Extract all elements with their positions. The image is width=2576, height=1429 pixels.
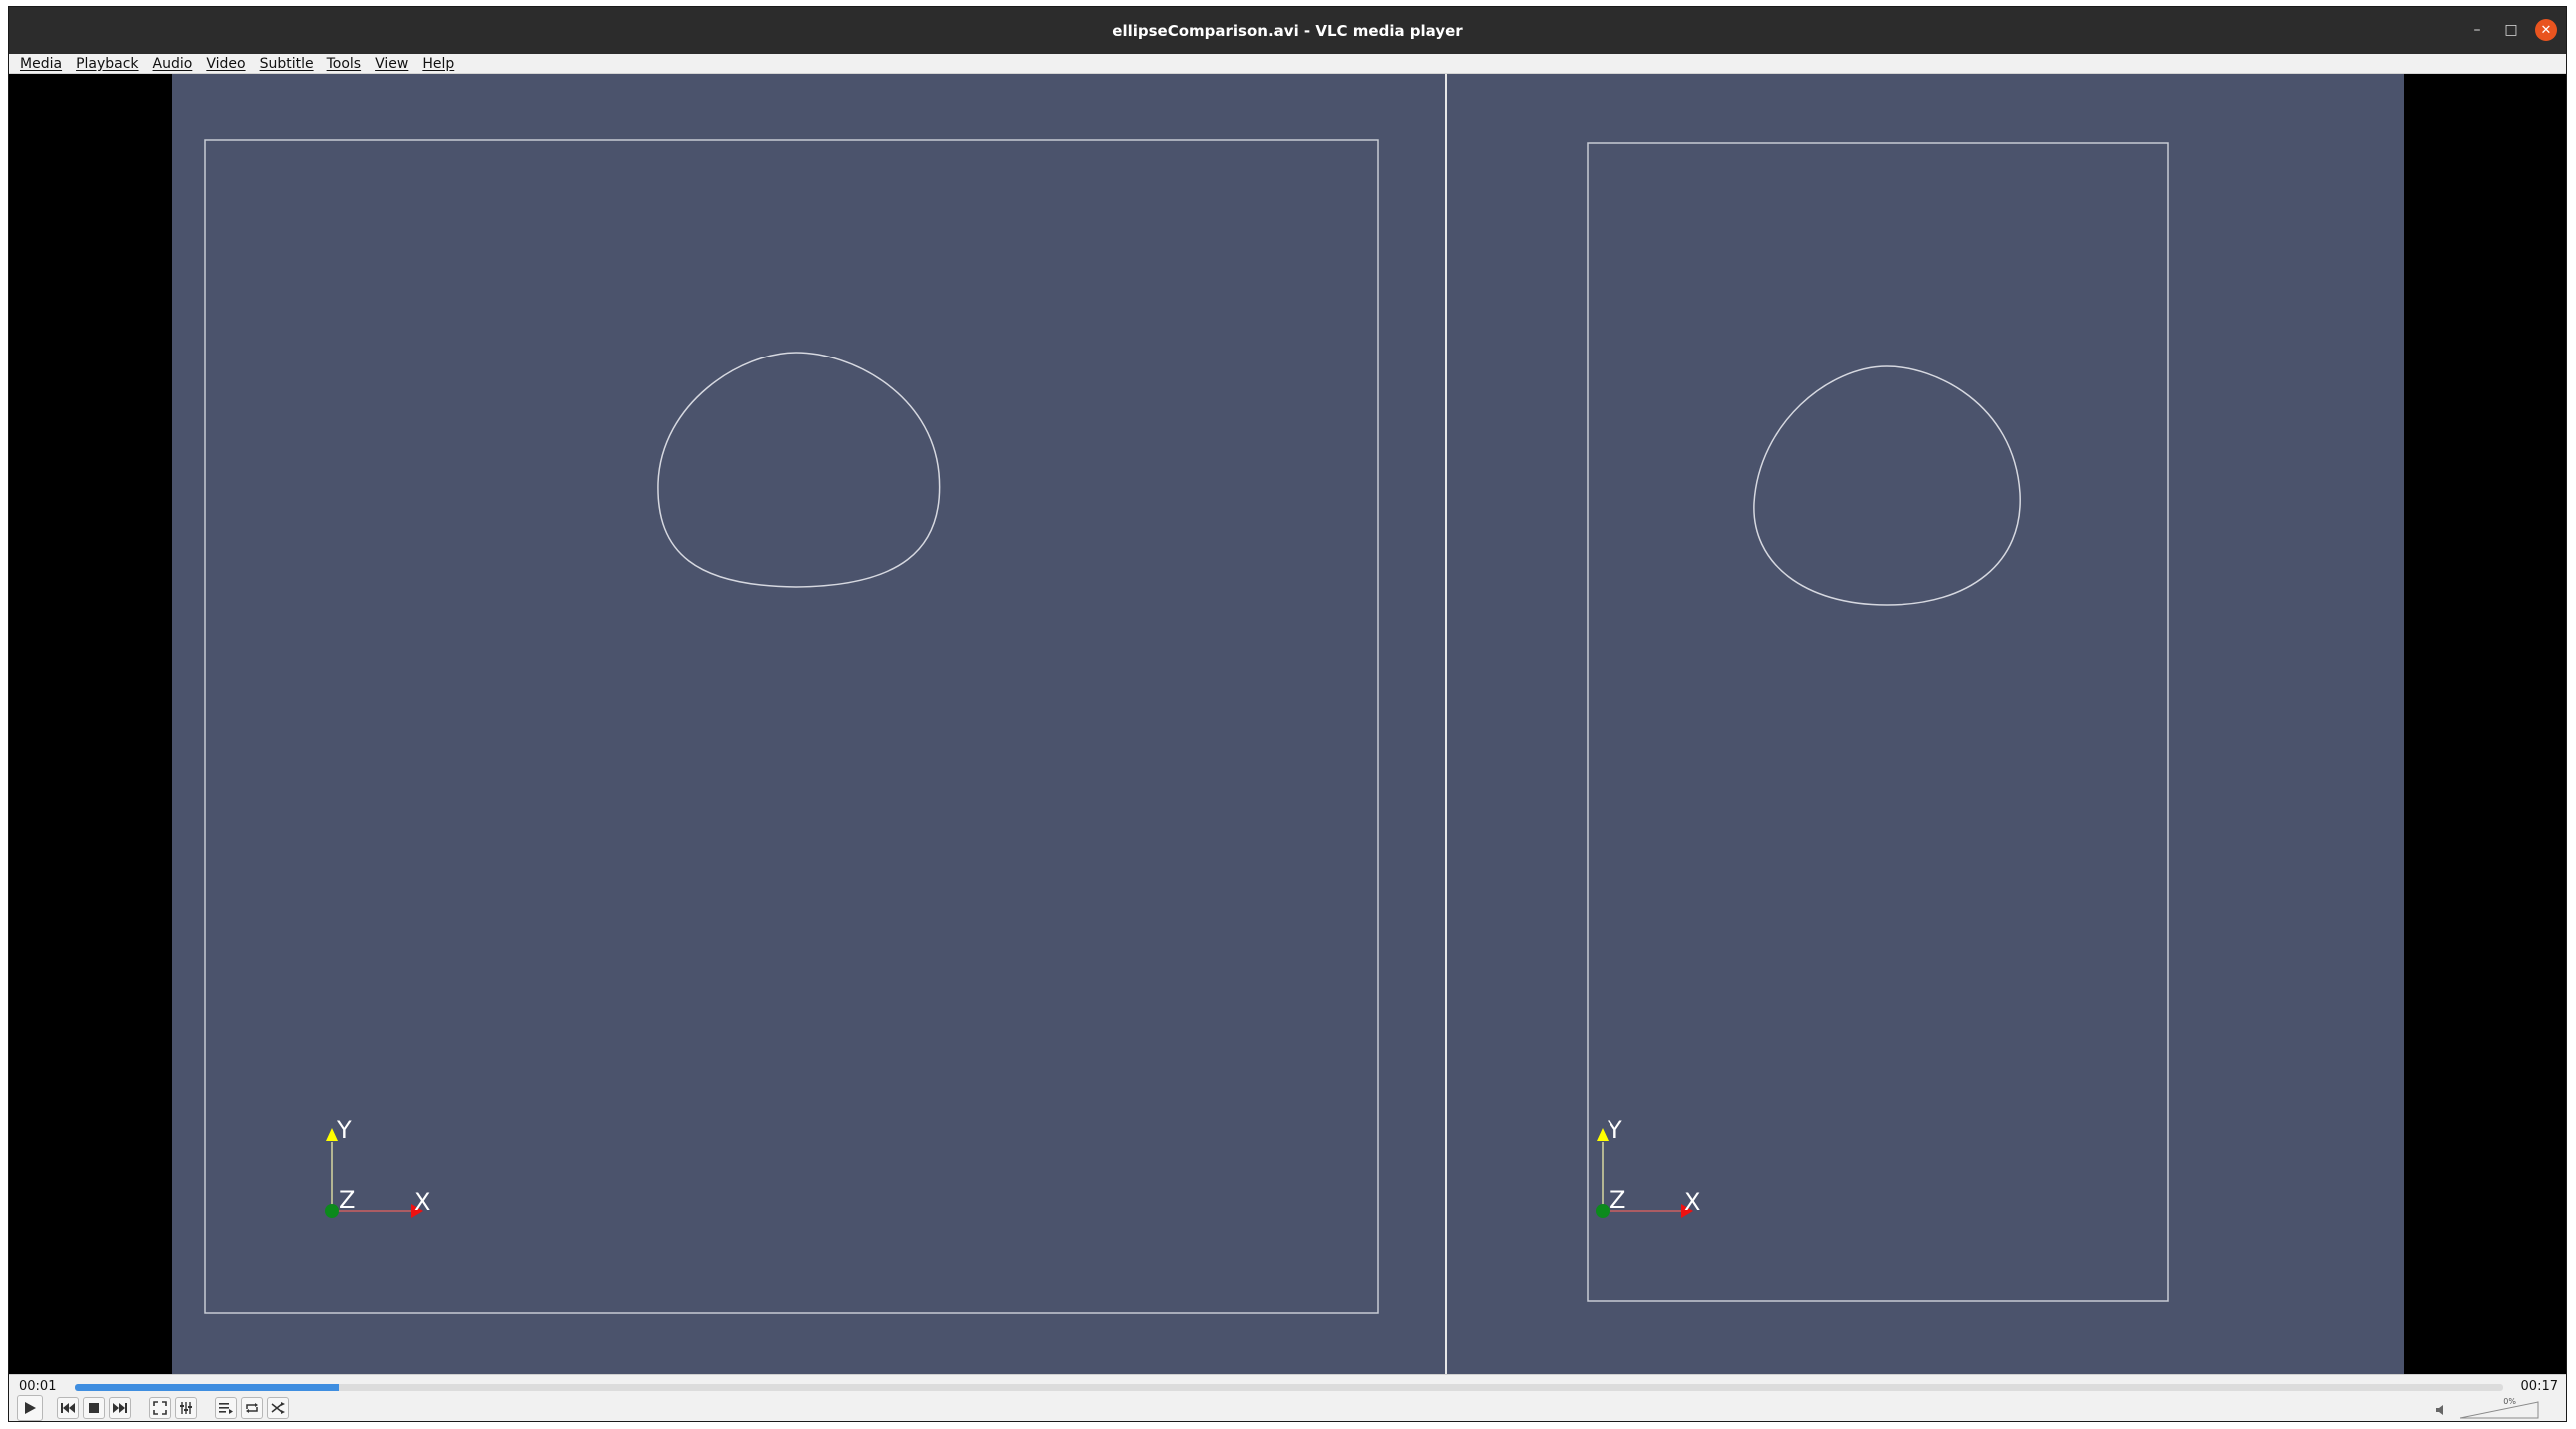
shuffle-button[interactable] — [267, 1397, 289, 1419]
shuffle-icon — [271, 1402, 285, 1414]
extended-settings-button[interactable] — [175, 1397, 197, 1419]
right-z-axis-marker — [1596, 1204, 1610, 1218]
frame-background — [172, 74, 2404, 1374]
menu-video[interactable]: Video — [206, 56, 245, 72]
menu-playback[interactable]: Playback — [76, 56, 138, 72]
play-button[interactable] — [17, 1395, 43, 1421]
previous-button[interactable] — [57, 1397, 79, 1419]
left-z-axis-label: Z — [339, 1186, 355, 1214]
speaker-icon — [2436, 1405, 2443, 1415]
loop-icon — [246, 1403, 258, 1413]
loop-button[interactable] — [241, 1397, 263, 1419]
menu-view[interactable]: View — [375, 56, 408, 72]
close-icon: ✕ — [2540, 22, 2552, 38]
minimize-button[interactable]: – — [2466, 19, 2488, 41]
stop-button[interactable] — [83, 1397, 105, 1419]
fullscreen-icon — [153, 1401, 167, 1415]
elapsed-time: 00:01 — [19, 1379, 57, 1394]
window-title: ellipseComparison.avi - VLC media player — [1112, 21, 1463, 40]
stop-icon — [89, 1403, 99, 1413]
seek-progress — [75, 1384, 340, 1391]
left-x-axis-label: X — [414, 1188, 430, 1216]
total-time: 00:17 — [2520, 1379, 2558, 1394]
right-z-axis-label: Z — [1610, 1186, 1625, 1214]
right-y-axis-label: Y — [1607, 1116, 1622, 1144]
playlist-icon — [219, 1403, 233, 1414]
vlc-window: ellipseComparison.avi - VLC media player… — [8, 6, 2567, 1422]
play-icon — [25, 1402, 36, 1414]
video-frame: Y X Z Y X Z — [172, 74, 2404, 1374]
menu-tools[interactable]: Tools — [327, 56, 362, 72]
playlist-button[interactable] — [215, 1397, 237, 1419]
volume-slider[interactable] — [2460, 1401, 2540, 1419]
menu-audio[interactable]: Audio — [153, 56, 193, 72]
menu-subtitle[interactable]: Subtitle — [260, 56, 314, 72]
extended-settings-icon — [180, 1402, 192, 1414]
seek-slider[interactable] — [75, 1384, 2503, 1391]
menu-bar: Media Playback Audio Video Subtitle Tool… — [9, 54, 2566, 74]
title-bar: ellipseComparison.avi - VLC media player… — [9, 7, 2566, 54]
minimize-icon: – — [2473, 22, 2481, 38]
maximize-icon: □ — [2504, 22, 2518, 38]
video-area[interactable]: Y X Z Y X Z — [9, 74, 2566, 1374]
left-z-axis-marker — [325, 1204, 339, 1218]
menu-media[interactable]: Media — [20, 56, 62, 72]
left-y-axis-label: Y — [336, 1116, 352, 1144]
video-frame-canvas: Y X Z Y X Z — [172, 74, 2404, 1374]
menu-help[interactable]: Help — [422, 56, 454, 72]
volume-control[interactable]: 0% — [2436, 1397, 2546, 1419]
fullscreen-button[interactable] — [149, 1397, 171, 1419]
next-button[interactable] — [109, 1397, 131, 1419]
right-x-axis-label: X — [1684, 1188, 1700, 1216]
controls-bar: 00:01 00:17 0% — [9, 1374, 2566, 1421]
next-icon — [113, 1403, 127, 1413]
close-button[interactable]: ✕ — [2535, 19, 2557, 41]
previous-icon — [61, 1403, 75, 1413]
maximize-button[interactable]: □ — [2500, 19, 2522, 41]
